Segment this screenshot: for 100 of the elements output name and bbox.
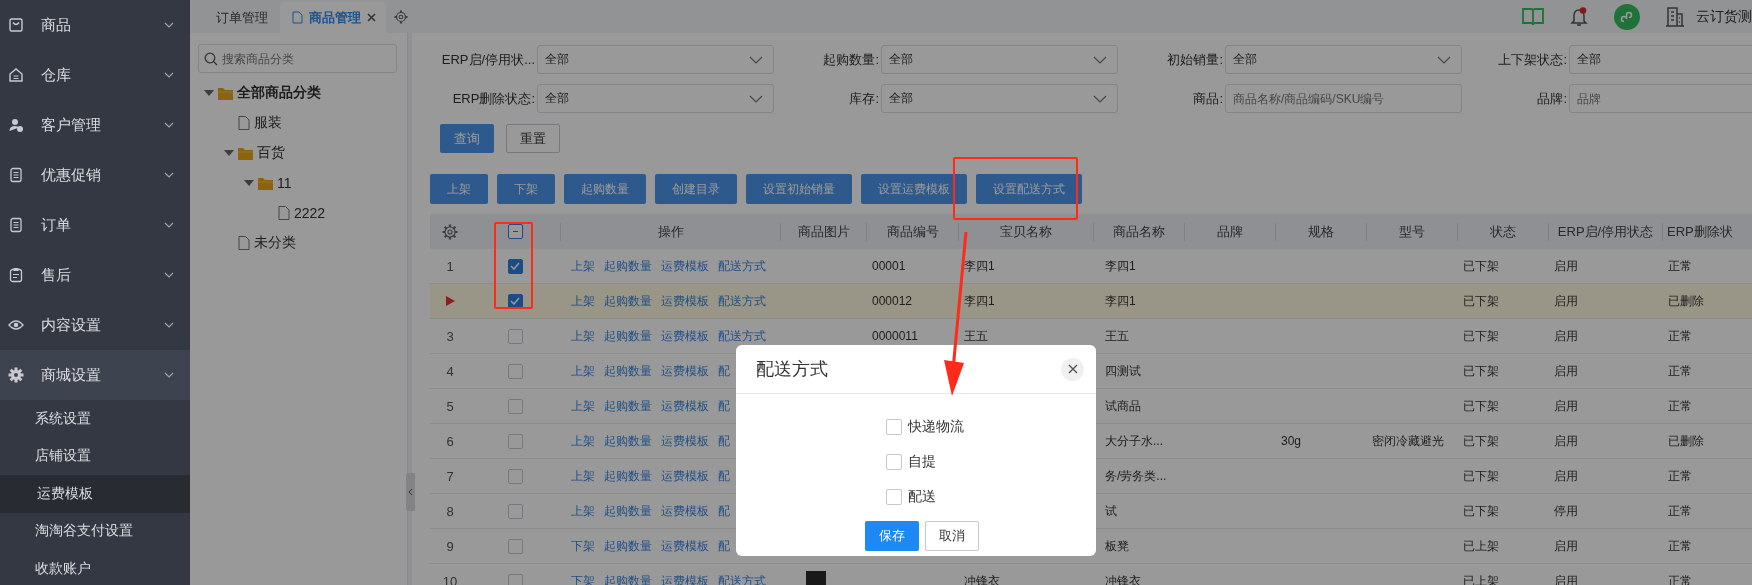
search-field[interactable]: 搜索商品分类 xyxy=(198,44,397,73)
row-number: 5 xyxy=(446,398,454,414)
dropdown[interactable]: 全部 xyxy=(881,45,1118,74)
tab[interactable]: 订单管理 xyxy=(204,2,280,33)
action-link[interactable]: 运费模板 xyxy=(661,467,709,485)
dropdown[interactable]: 全部 xyxy=(1569,45,1752,74)
menu-item[interactable]: 内容设置 xyxy=(0,300,190,350)
dropdown[interactable]: 全部 xyxy=(537,84,774,113)
tree-node[interactable]: 服装 xyxy=(190,108,407,138)
menu-item[interactable]: 商品 xyxy=(0,0,190,50)
checkbox[interactable] xyxy=(507,328,523,344)
tree-node[interactable]: 百货 xyxy=(190,138,407,168)
action-link[interactable]: 运费模板 xyxy=(661,257,709,275)
action-link[interactable]: 运费模板 xyxy=(661,502,709,520)
action-link[interactable]: 上架 xyxy=(571,257,595,275)
action-link[interactable]: 运费模板 xyxy=(661,292,709,310)
dropdown[interactable]: 全部 xyxy=(1225,45,1462,74)
row-number: 10 xyxy=(442,573,458,585)
tree-node[interactable]: 2222 xyxy=(190,198,407,228)
action-link[interactable]: 运费模板 xyxy=(661,537,709,555)
checkbox[interactable] xyxy=(507,503,523,519)
toolbar-button[interactable]: 下架 xyxy=(497,174,555,204)
action-link[interactable]: 运费模板 xyxy=(661,432,709,450)
close-button[interactable] xyxy=(1061,357,1084,381)
action-link[interactable]: 配 xyxy=(718,397,730,415)
toolbar-button[interactable]: 设置初始销量 xyxy=(746,174,852,204)
action-link[interactable]: 配 xyxy=(718,502,730,520)
action-link[interactable]: 配送方式 xyxy=(718,327,766,345)
action-link[interactable]: 配送方式 xyxy=(718,292,766,310)
menu-item[interactable]: 客户管理 xyxy=(0,100,190,150)
submenu-item[interactable]: 店铺设置 xyxy=(0,437,190,475)
tree-node[interactable]: 全部商品分类 xyxy=(190,78,407,108)
checkbox[interactable] xyxy=(507,398,523,414)
submenu-item[interactable]: 系统设置 xyxy=(0,400,190,438)
checkbox[interactable] xyxy=(507,573,523,585)
action-link[interactable]: 起购数量 xyxy=(604,502,652,520)
action-link[interactable]: 上架 xyxy=(571,292,595,310)
checkbox[interactable] xyxy=(507,468,523,484)
save-button[interactable]: 保存 xyxy=(865,521,919,551)
action-link[interactable]: 运费模板 xyxy=(661,362,709,380)
menu-item[interactable]: 售后 xyxy=(0,250,190,300)
action-link[interactable]: 上架 xyxy=(571,502,595,520)
close-icon[interactable] xyxy=(367,13,376,22)
action-link[interactable]: 起购数量 xyxy=(604,257,652,275)
action-link[interactable]: 上架 xyxy=(571,327,595,345)
action-link[interactable]: 起购数量 xyxy=(604,432,652,450)
submenu-item[interactable]: 收款账户 xyxy=(0,550,190,585)
toolbar-button[interactable]: 创建目录 xyxy=(655,174,737,204)
action-link[interactable]: 配 xyxy=(718,432,730,450)
checkbox[interactable] xyxy=(886,418,902,435)
menu-item[interactable]: 订单 xyxy=(0,200,190,250)
checkbox[interactable] xyxy=(507,363,523,379)
submenu-item[interactable]: 淘淘谷支付设置 xyxy=(0,512,190,550)
toolbar-button[interactable]: 设置配送方式 xyxy=(976,174,1082,204)
tree-node[interactable]: 未分类 xyxy=(190,228,407,258)
action-link[interactable]: 起购数量 xyxy=(604,327,652,345)
reset-button[interactable]: 重置 xyxy=(506,124,560,153)
menu-item[interactable]: 优惠促销 xyxy=(0,150,190,200)
action-link[interactable]: 配 xyxy=(718,467,730,485)
link-icon[interactable] xyxy=(1614,3,1640,30)
search-button[interactable]: 查询 xyxy=(440,124,494,153)
checkbox[interactable] xyxy=(886,488,902,505)
collapse-handle[interactable] xyxy=(406,473,415,511)
action-link[interactable]: 配 xyxy=(718,537,730,555)
menu-item[interactable]: 商城设置 xyxy=(0,350,190,400)
action-link[interactable]: 上架 xyxy=(571,362,595,380)
checkbox[interactable] xyxy=(507,258,523,274)
action-link[interactable]: 上架 xyxy=(571,432,595,450)
bell-icon[interactable] xyxy=(1570,6,1588,27)
action-link[interactable]: 运费模板 xyxy=(661,397,709,415)
action-link[interactable]: 上架 xyxy=(571,467,595,485)
input-field[interactable]: 品牌 xyxy=(1569,84,1752,113)
action-link[interactable]: 运费模板 xyxy=(661,327,709,345)
action-link[interactable]: 配送方式 xyxy=(718,257,766,275)
dropdown[interactable]: 全部 xyxy=(881,84,1118,113)
checkbox[interactable] xyxy=(507,433,523,449)
user-name[interactable]: 云订货测 xyxy=(1696,7,1752,26)
menu-item[interactable]: 仓库 xyxy=(0,50,190,100)
action-link[interactable]: 起购数量 xyxy=(604,467,652,485)
dropdown[interactable]: 全部 xyxy=(537,45,774,74)
cancel-button[interactable]: 取消 xyxy=(925,521,979,551)
action-link[interactable]: 起购数量 xyxy=(604,397,652,415)
action-link[interactable]: 起购数量 xyxy=(604,362,652,380)
checkbox[interactable] xyxy=(507,538,523,554)
book-icon[interactable] xyxy=(1522,6,1544,27)
action-link[interactable]: 起购数量 xyxy=(604,292,652,310)
action-link[interactable]: 配 xyxy=(718,362,730,380)
select-all-checkbox[interactable] xyxy=(507,224,523,239)
submenu-item[interactable]: 运费模板 xyxy=(0,475,190,513)
action-link[interactable]: 起购数量 xyxy=(604,537,652,555)
toolbar-button[interactable]: 起购数量 xyxy=(564,174,646,204)
row-number: 6 xyxy=(446,433,454,449)
tab[interactable]: 商品管理 xyxy=(280,2,386,33)
input-field[interactable]: 商品名称/商品编码/SKU编号 xyxy=(1225,84,1462,113)
toolbar-button[interactable]: 设置运费模板 xyxy=(861,174,967,204)
toolbar-button[interactable]: 上架 xyxy=(430,174,488,204)
action-link[interactable]: 下架 xyxy=(571,537,595,555)
action-link[interactable]: 上架 xyxy=(571,397,595,415)
checkbox[interactable] xyxy=(886,453,902,470)
tree-node[interactable]: 11 xyxy=(190,168,407,198)
